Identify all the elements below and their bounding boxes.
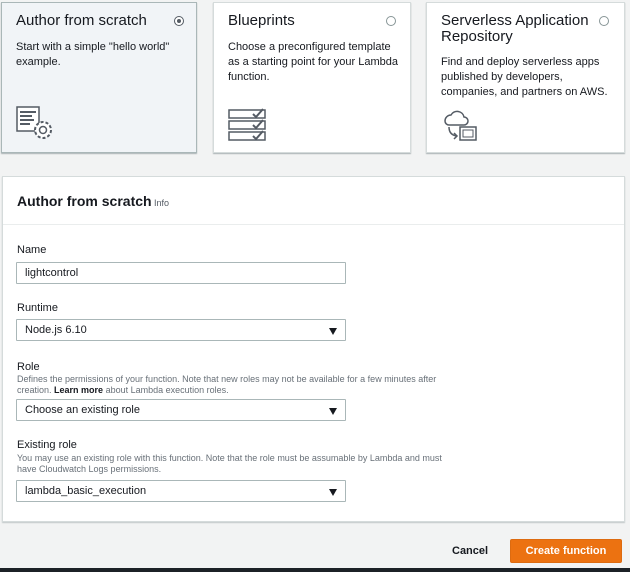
- author-from-scratch-panel: Author from scratch Info Name lightcontr…: [2, 176, 625, 522]
- role-dropdown-icon: [329, 408, 337, 415]
- code-gear-icon: [16, 105, 54, 146]
- author-from-scratch-description: Start with a simple "hello world" exampl…: [16, 41, 170, 68]
- author-from-scratch-title: Author from scratch: [16, 12, 147, 29]
- author-from-scratch-card[interactable]: Author from scratch Start with a simple …: [1, 2, 197, 153]
- name-input[interactable]: lightcontrol: [16, 262, 346, 284]
- existing-role-dropdown-icon: [329, 489, 337, 496]
- runtime-dropdown-icon: [329, 328, 337, 335]
- existing-role-value: lambda_basic_execution: [25, 485, 147, 497]
- blueprints-title: Blueprints: [228, 12, 295, 29]
- learn-more-link[interactable]: Learn more: [54, 385, 103, 395]
- serverless-repository-description: Find and deploy serverless apps publishe…: [441, 56, 608, 98]
- blueprints-description: Choose a preconfigured template as a sta…: [228, 41, 398, 83]
- cancel-button[interactable]: Cancel: [452, 545, 488, 557]
- info-link[interactable]: Info: [154, 198, 169, 208]
- existing-role-select[interactable]: lambda_basic_execution: [16, 480, 346, 502]
- role-hint: Defines the permissions of your function…: [17, 374, 457, 396]
- name-label: Name: [17, 244, 47, 256]
- runtime-label: Runtime: [17, 302, 58, 314]
- existing-role-hint: You may use an existing role with this f…: [17, 453, 442, 474]
- bottom-bar: [0, 568, 630, 572]
- blueprints-radio[interactable]: [386, 16, 396, 26]
- serverless-repository-title: Serverless Application Repository: [441, 12, 589, 45]
- panel-header: Author from scratch Info: [3, 177, 624, 225]
- role-select[interactable]: Choose an existing role: [16, 399, 346, 421]
- role-value: Choose an existing role: [25, 404, 140, 416]
- role-label: Role: [17, 361, 40, 373]
- existing-role-label: Existing role: [17, 439, 77, 451]
- blueprints-card[interactable]: Blueprints Choose a preconfigured templa…: [213, 2, 411, 153]
- blueprint-stack-icon: [228, 108, 266, 147]
- runtime-select[interactable]: Node.js 6.10: [16, 319, 346, 341]
- runtime-value: Node.js 6.10: [25, 324, 87, 336]
- author-from-scratch-radio[interactable]: [174, 16, 184, 26]
- cloud-deploy-icon: [441, 107, 479, 148]
- serverless-repository-card[interactable]: Serverless Application Repository Find a…: [426, 2, 625, 153]
- create-function-button[interactable]: Create function: [510, 539, 622, 563]
- role-hint-text-end: about Lambda execution roles.: [103, 385, 229, 395]
- panel-title: Author from scratch: [17, 193, 152, 209]
- serverless-repository-radio[interactable]: [599, 16, 609, 26]
